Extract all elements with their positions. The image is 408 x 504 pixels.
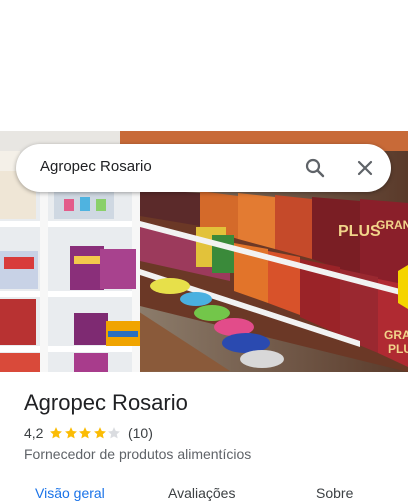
- star-icon: [108, 427, 121, 439]
- search-input[interactable]: Agropec Rosario: [40, 158, 152, 175]
- svg-text:GRAN: GRAN: [376, 218, 408, 232]
- star-icon: [50, 427, 63, 439]
- tab-overview[interactable]: Visão geral: [35, 485, 105, 501]
- place-category[interactable]: Fornecedor de produtos alimentícios: [24, 446, 251, 462]
- close-icon[interactable]: [353, 156, 377, 180]
- place-tabs: Visão geral Avaliações Sobre: [0, 478, 408, 504]
- rating-row[interactable]: 4,2 (10): [24, 424, 153, 442]
- search-bar[interactable]: Agropec Rosario: [16, 144, 391, 192]
- tab-about[interactable]: Sobre: [316, 485, 353, 501]
- rating-stars: [49, 426, 122, 440]
- review-count[interactable]: (10): [128, 425, 153, 441]
- tab-reviews[interactable]: Avaliações: [168, 485, 235, 501]
- svg-text:PLUS: PLUS: [388, 342, 408, 356]
- star-icon: [94, 427, 106, 439]
- star-icon: [65, 427, 77, 439]
- rating-value: 4,2: [24, 425, 44, 441]
- star-icon: [79, 427, 92, 439]
- svg-text:GRAN: GRAN: [384, 328, 408, 342]
- svg-text:PLUS: PLUS: [338, 223, 381, 240]
- place-title: Agropec Rosario: [24, 390, 188, 415]
- search-icon[interactable]: [303, 156, 327, 180]
